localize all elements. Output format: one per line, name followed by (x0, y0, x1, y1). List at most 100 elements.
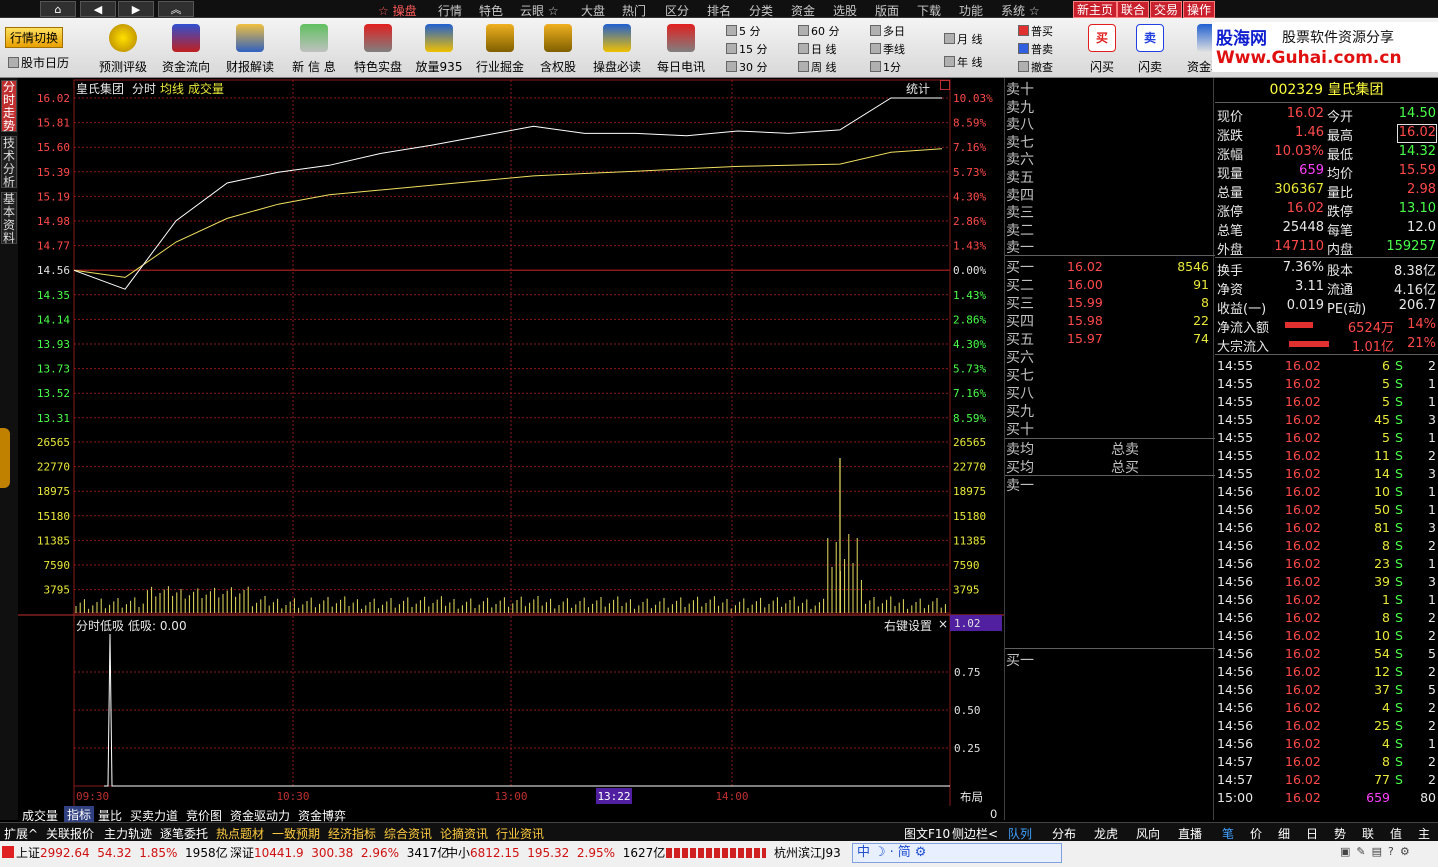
tab-detail[interactable]: 细 (1278, 825, 1290, 842)
toolbar-btn-live[interactable]: 特色实盘 (350, 22, 406, 76)
tray-icons[interactable]: ▣✎▤?⚙ (1340, 845, 1436, 861)
back-icon[interactable]: ◀ (80, 1, 116, 17)
period-5min[interactable]: 5 分 (726, 23, 761, 39)
sh-index[interactable]: 上证2992.64 54.32 1.85% 1958亿 (16, 844, 228, 861)
stat-box-icon[interactable] (940, 80, 950, 90)
lianhe-button[interactable]: 联合 (1117, 1, 1150, 18)
toolbar-btn-report[interactable]: 财报解读 (222, 22, 278, 76)
tab-technical[interactable]: 技术分析 (1, 136, 17, 189)
menu-item-caopan[interactable]: ☆ 操盘 (378, 2, 417, 19)
tab-industry-news[interactable]: 行业资讯 (496, 825, 544, 842)
tab-live[interactable]: 直播 (1178, 825, 1202, 842)
server-name[interactable]: 杭州滨江J93 (774, 844, 841, 861)
sz-index[interactable]: 深证10441.9 300.38 2.96% 3417亿 (230, 844, 449, 861)
normal-sell-button[interactable]: 普卖 (1018, 41, 1053, 57)
tab-trend[interactable]: 势 (1334, 825, 1346, 842)
menu-item-banmian[interactable]: 版面 (875, 2, 899, 19)
menu-item-remen[interactable]: 热门 (622, 2, 646, 19)
tab-value[interactable]: 值 (1390, 825, 1402, 842)
tab-consensus[interactable]: 一致预期 (272, 825, 320, 842)
buy-level-price[interactable]: 15.99 (1067, 295, 1103, 310)
buy-level-price[interactable]: 16.02 (1067, 259, 1103, 274)
indicator-close-icon[interactable]: × (938, 617, 948, 631)
tab-related-quote[interactable]: 关联报价 (46, 825, 94, 842)
intraday-chart[interactable]: 16.02 15.81 15.60 15.39 15.19 14.98 14.77 14.56… (18, 78, 1004, 820)
menu-item-paiming[interactable]: 排名 (707, 2, 731, 19)
tab-fundamental[interactable]: 基本资料 (1, 192, 17, 245)
tab-expand[interactable]: 扩展^ (4, 825, 38, 842)
menu-item-hangqing[interactable]: 行情 (438, 2, 462, 19)
toolbar-btn-rights[interactable]: 含权股 (536, 22, 580, 76)
period-30min[interactable]: 30 分 (726, 59, 768, 75)
up-icon[interactable]: ︽ (158, 1, 194, 17)
toolbar-btn-telegram[interactable]: 每日电讯 (654, 22, 708, 76)
collapse-handle[interactable] (0, 428, 10, 488)
menu-item-gongneng[interactable]: 功能 (959, 2, 983, 19)
calendar-button[interactable]: 股市日历 (8, 54, 69, 71)
tab-main[interactable]: 主 (1418, 825, 1430, 842)
input-method-bar[interactable]: 中☽·简⚙ (852, 843, 1062, 863)
f10-button[interactable]: 图文F10 (904, 825, 950, 842)
period-quarter[interactable]: 季线 (870, 41, 905, 57)
buy-level-price[interactable]: 15.98 (1067, 313, 1103, 328)
buy-level-price[interactable]: 15.97 (1067, 331, 1103, 346)
trade-button[interactable]: 交易 (1150, 1, 1183, 18)
toolbar-btn-fundflow[interactable]: 资金流向 (158, 22, 214, 76)
tab-news[interactable]: 综合资讯 (384, 825, 432, 842)
menu-item-xitong[interactable]: 系统 ☆ (1001, 2, 1040, 19)
tab-digest[interactable]: 论摘资讯 (440, 825, 488, 842)
flash-sell-button[interactable]: 卖闪卖 (1130, 22, 1170, 76)
tab-queue[interactable]: 队列 (1008, 825, 1032, 842)
period-1min[interactable]: 1分 (870, 59, 901, 75)
flash-buy-button[interactable]: 买闪买 (1082, 22, 1122, 76)
buy-level-price[interactable]: 16.00 (1067, 277, 1103, 292)
indicator-setting[interactable]: 右键设置 (884, 617, 932, 634)
menu-item-tese[interactable]: 特色 (479, 2, 503, 19)
period-60min[interactable]: 60 分 (798, 23, 840, 39)
period-day[interactable]: 日 线 (798, 41, 837, 57)
tab-main-track[interactable]: 主力轨迹 (104, 825, 152, 842)
tab-distribution[interactable]: 分布 (1052, 825, 1076, 842)
zx-index[interactable]: 中小6812.15 195.32 2.95% 1627亿 (446, 844, 665, 861)
menu-item-fenlei[interactable]: 分类 (749, 2, 773, 19)
menu-item-qufen[interactable]: 区分 (665, 2, 689, 19)
period-multiday[interactable]: 多日 (870, 23, 905, 39)
chart-tab-avg[interactable]: 均线 (160, 80, 184, 97)
tab-wind[interactable]: 风向 (1136, 825, 1160, 842)
toolbar-btn-mustread[interactable]: 操盘必读 (590, 22, 644, 76)
toolbar-btn-news[interactable]: 新 信 息 (286, 22, 342, 76)
home-page-button[interactable]: 新主页 (1073, 1, 1118, 18)
tab-price[interactable]: 价 (1250, 825, 1262, 842)
tab-longhu[interactable]: 龙虎 (1094, 825, 1118, 842)
chart-tab-volume[interactable]: 成交量 (188, 80, 224, 97)
sidebar-toggle[interactable]: 侧边栏< (952, 825, 998, 842)
tab-hot-topic[interactable]: 热点题材 (216, 825, 264, 842)
home-icon[interactable]: ⌂ (40, 1, 76, 17)
tab-link[interactable]: 联 (1362, 825, 1374, 842)
menu-item-zijin[interactable]: 资金 (791, 2, 815, 19)
forward-icon[interactable]: ▶ (118, 1, 154, 17)
market-switch-button[interactable]: 行情切换 (5, 27, 64, 48)
tab-intraday[interactable]: 分时走势 (1, 80, 17, 133)
toolbar-btn-industry[interactable]: 行业掘金 (472, 22, 528, 76)
menu-item-xuangu[interactable]: 选股 (833, 2, 857, 19)
period-month[interactable]: 月 线 (944, 31, 983, 47)
menu-item-dapan[interactable]: 大盘 (581, 2, 605, 19)
stat-button[interactable]: 统计 (906, 80, 930, 97)
layout-button[interactable]: 布局 (960, 789, 983, 805)
normal-buy-button[interactable]: 普买 (1018, 23, 1053, 39)
tab-day[interactable]: 日 (1306, 825, 1318, 842)
menu-item-yunyan[interactable]: 云眼 ☆ (520, 2, 559, 19)
tab-economic[interactable]: 经济指标 (328, 825, 376, 842)
toolbar-btn-volume935[interactable]: 放量935 (414, 22, 464, 76)
toolbar-btn-rating[interactable]: 预测评级 (96, 22, 150, 76)
cancel-query-button[interactable]: 撤查 (1018, 59, 1053, 75)
operation-button[interactable]: 操作 (1183, 1, 1216, 18)
chart-tab-intraday[interactable]: 分时 (132, 80, 156, 97)
tab-indicator[interactable]: 指标 (64, 806, 95, 823)
period-year[interactable]: 年 线 (944, 54, 983, 70)
zoom-reset-button[interactable]: 0 (990, 807, 997, 821)
period-week[interactable]: 周 线 (798, 59, 837, 75)
tab-ticks[interactable]: 笔 (1222, 825, 1234, 842)
period-15min[interactable]: 15 分 (726, 41, 768, 57)
